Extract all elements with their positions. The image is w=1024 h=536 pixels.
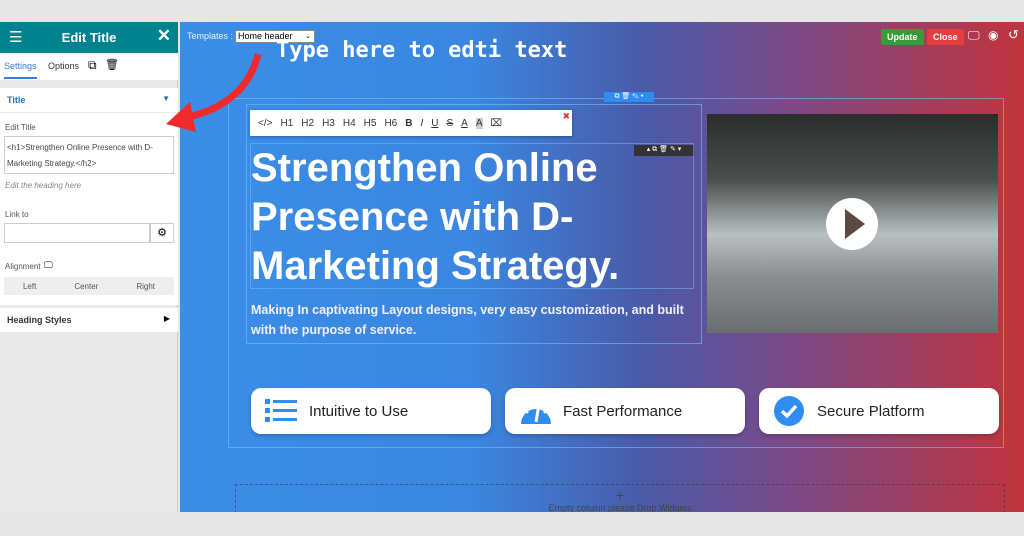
h3-button[interactable]: H3 [322,118,335,129]
h4-button[interactable]: H4 [343,118,356,129]
title-section-header[interactable]: Title ▼ [0,88,178,112]
play-button[interactable] [826,198,878,250]
annotation-text: Type here to edti text [276,38,568,63]
h1-button[interactable]: H1 [280,118,293,129]
bold-button[interactable]: B [405,118,412,129]
h5-button[interactable]: H5 [364,118,377,129]
list-icon [265,395,297,427]
underline-button[interactable]: U [431,118,438,129]
align-right[interactable]: Right [136,282,155,291]
trash-icon[interactable]: 🗑 [105,58,119,71]
tab-settings[interactable]: Settings [4,61,37,79]
red-arrow-annotation [166,53,262,132]
check-circle-icon [773,395,805,427]
caret-right-icon: ▶ [163,314,170,323]
section-controls[interactable]: ⧉ 🗑 ✎ ▾ [604,92,654,102]
hero-subtitle[interactable]: Making In captivating Layout designs, ve… [251,300,691,340]
sidebar-tabs: Settings Options ⧉ 🗑 [0,53,178,80]
sidebar-header: ☰ Edit Title ✕ [0,22,178,53]
office-video-thumbnail[interactable] [707,114,998,333]
h6-button[interactable]: H6 [384,118,397,129]
feature-card-intuitive: Intuitive to Use [251,388,491,434]
speedometer-icon [519,395,551,427]
add-widget-icon[interactable]: + [236,487,1004,503]
align-left[interactable]: Left [23,282,36,291]
align-center[interactable]: Center [74,282,98,291]
desktop-preview-icon[interactable]: 🖵 [968,28,980,43]
eye-icon[interactable]: ◉ [988,28,998,42]
italic-button[interactable]: I [420,118,423,129]
desktop-icon[interactable]: 🖵 [44,260,53,271]
clear-format-icon[interactable]: ⌧ [491,118,503,129]
close-toolbar-icon[interactable]: ✖ [562,111,570,122]
close-icon[interactable]: ✕ [157,26,171,46]
text-color-button[interactable]: A [461,118,468,129]
gear-icon[interactable]: ⚙ [150,223,174,243]
strikethrough-button[interactable]: S [447,118,454,129]
hero-heading[interactable]: Strengthen Online Presence with D-Market… [251,144,691,291]
play-icon [845,209,865,239]
tab-options[interactable]: Options [48,61,79,71]
h2-button[interactable]: H2 [301,118,314,129]
link-input[interactable] [4,223,150,243]
empty-column-dropzone[interactable]: + Empty column please Drop Widgets [235,484,1005,512]
feature-card-secure: Secure Platform [759,388,999,434]
update-button[interactable]: Update [881,29,924,45]
title-settings: Edit Title <h1>Strengthen Online Presenc… [0,113,178,305]
page-canvas: Templates : Home header ⌄ Update Close 🖵 … [180,22,1024,512]
edit-title-textarea[interactable]: <h1>Strengthen Online Presence with D-Ma… [4,136,174,174]
alignment-group: Left Center Right [4,277,174,295]
sidebar-title: Edit Title [61,30,117,45]
editor-sidebar: ☰ Edit Title ✕ Settings Options ⧉ 🗑 Titl… [0,22,178,512]
text-format-toolbar: </> H1 H2 H3 H4 H5 H6 B I U S A A ⌧ ✖ [250,110,572,136]
highlight-button[interactable]: A [475,117,483,129]
copy-icon[interactable]: ⧉ [88,58,97,73]
feature-card-performance: Fast Performance [505,388,745,434]
history-icon[interactable]: ↺ [1008,27,1019,43]
close-button[interactable]: Close [927,29,964,45]
heading-styles-section[interactable]: Heading Styles ▶ [0,308,178,332]
